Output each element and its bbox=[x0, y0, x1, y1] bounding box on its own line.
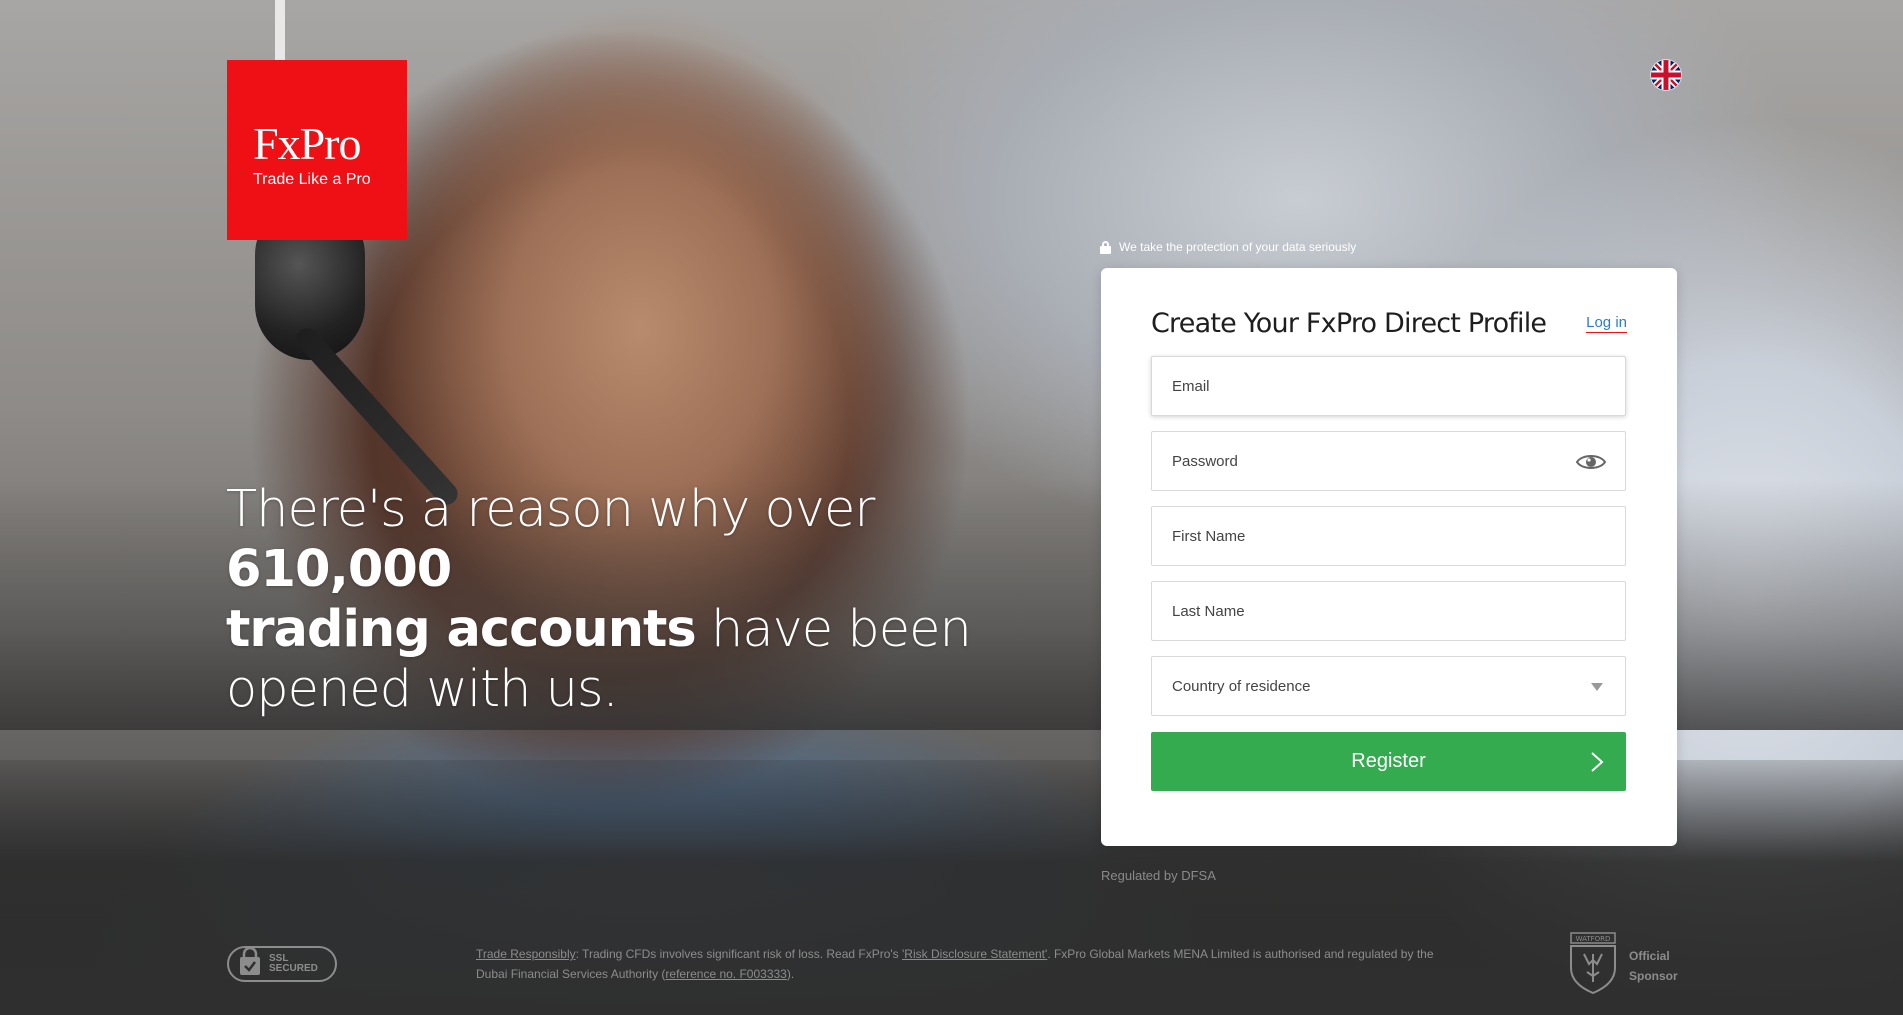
trade-responsibly-link[interactable]: Trade Responsibly bbox=[476, 947, 576, 961]
registration-form: Create Your FxPro Direct Profile Log in … bbox=[1101, 268, 1677, 846]
headline-part1: There's a reason why over bbox=[226, 480, 875, 539]
disclaimer-text1: : Trading CFDs involves significant risk… bbox=[575, 947, 903, 961]
ssl-line2: SECURED bbox=[269, 963, 318, 974]
headline-bold-accounts: trading accounts bbox=[226, 600, 697, 659]
first-name-input[interactable] bbox=[1172, 507, 1605, 565]
official-sponsor: WATFORD Official Sponsor bbox=[1567, 932, 1678, 999]
register-label: Register bbox=[1351, 750, 1426, 772]
form-header: Create Your FxPro Direct Profile Log in bbox=[1151, 308, 1627, 339]
hero-headline: There's a reason why over 610,000 tradin… bbox=[226, 480, 1046, 720]
headline-number: 610,000 bbox=[226, 540, 452, 599]
regulated-note: Regulated by DFSA bbox=[1101, 868, 1216, 883]
chevron-down-icon bbox=[1591, 683, 1603, 691]
form-title: Create Your FxPro Direct Profile bbox=[1151, 308, 1547, 339]
data-protection-note: We take the protection of your data seri… bbox=[1100, 240, 1356, 254]
email-input[interactable] bbox=[1172, 357, 1605, 415]
disclaimer-text3: ). bbox=[786, 967, 795, 981]
country-select[interactable]: Country of residence bbox=[1151, 656, 1626, 716]
risk-disclosure-link[interactable]: 'Risk Disclosure Statement' bbox=[902, 947, 1047, 961]
lock-icon bbox=[1100, 240, 1111, 254]
fxpro-logo[interactable]: FxPro Trade Like a Pro bbox=[227, 60, 407, 240]
shield-check-icon bbox=[239, 946, 261, 981]
ssl-text: SSL SECURED bbox=[269, 954, 318, 974]
logo-brand: FxPro bbox=[253, 118, 361, 169]
sponsor-text: Official Sponsor bbox=[1629, 946, 1678, 986]
risk-disclaimer: Trade Responsibly: Trading CFDs involves… bbox=[476, 944, 1436, 984]
uk-flag-icon[interactable] bbox=[1651, 60, 1681, 90]
login-link[interactable]: Log in bbox=[1586, 314, 1627, 333]
register-button[interactable]: Register bbox=[1151, 732, 1626, 791]
chevron-right-icon bbox=[1590, 752, 1604, 772]
sponsor-line2: Sponsor bbox=[1629, 968, 1678, 983]
last-name-input[interactable] bbox=[1172, 582, 1605, 640]
reference-link[interactable]: reference no. F003333 bbox=[665, 967, 786, 981]
first-name-field[interactable] bbox=[1151, 506, 1626, 566]
sponsor-line1: Official bbox=[1629, 948, 1670, 963]
sponsor-badge-text: WATFORD bbox=[1576, 935, 1611, 943]
watford-crest-icon: WATFORD bbox=[1567, 932, 1619, 999]
ssl-badge: SSL SECURED bbox=[227, 946, 337, 982]
country-placeholder: Country of residence bbox=[1172, 677, 1311, 695]
password-input[interactable] bbox=[1172, 432, 1605, 490]
last-name-field[interactable] bbox=[1151, 581, 1626, 641]
email-field[interactable] bbox=[1151, 356, 1626, 416]
password-field[interactable] bbox=[1151, 431, 1626, 491]
logo-tagline: Trade Like a Pro bbox=[253, 171, 371, 188]
eye-icon[interactable] bbox=[1575, 452, 1607, 472]
protection-text: We take the protection of your data seri… bbox=[1119, 240, 1357, 254]
